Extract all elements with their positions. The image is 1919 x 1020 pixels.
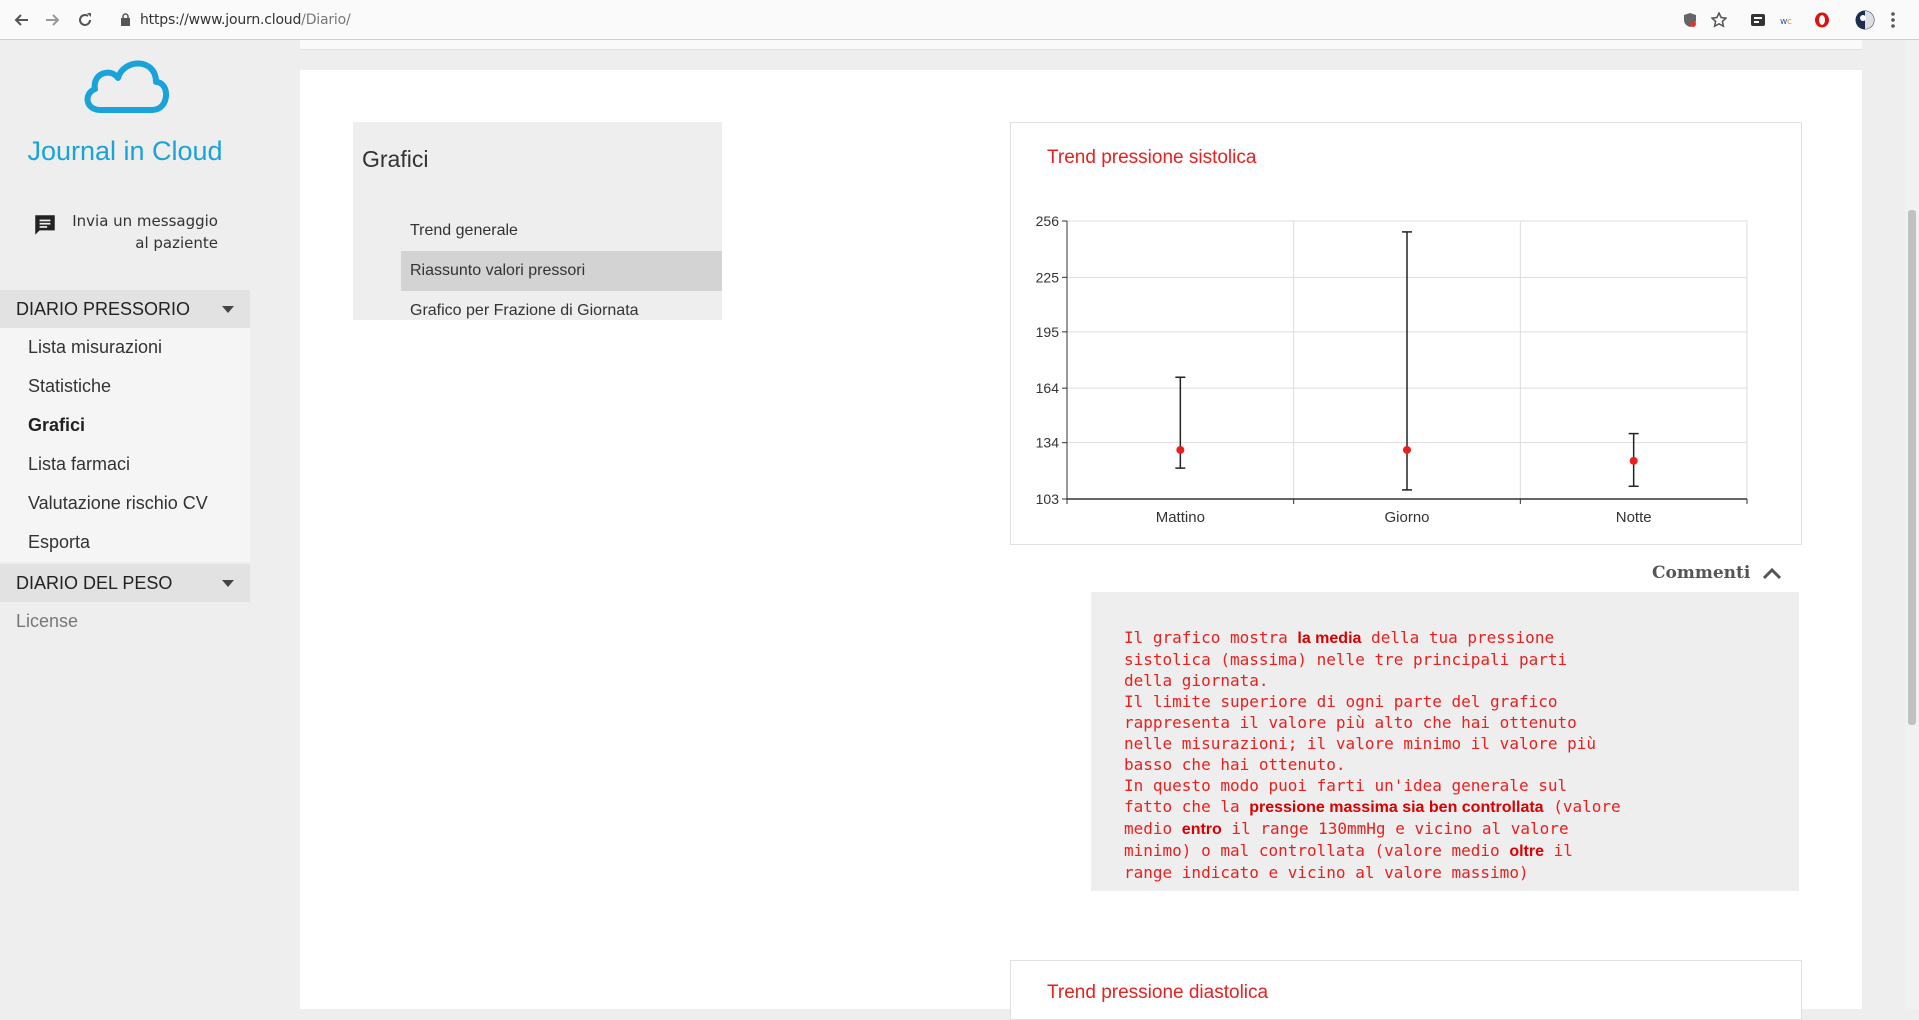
reload-icon[interactable] — [73, 8, 97, 32]
opera-icon[interactable] — [1812, 10, 1832, 30]
comments-text: Il grafico mostra la media della tua pre… — [1124, 627, 1624, 883]
browser-toolbar: https://www.journ.cloud/Diario/ wc — [0, 0, 1919, 40]
x-tick-label: Notte — [1616, 509, 1652, 526]
extension-icon[interactable] — [1748, 10, 1768, 30]
top-strip — [300, 40, 1862, 50]
comments-panel: Il grafico mostra la media della tua pre… — [1091, 592, 1799, 891]
chart-plot: 103 134 164 195 225 256 Mattino Giorno Notte — [1036, 213, 1748, 526]
submenu-label: Grafico per Frazione di Giornata — [410, 302, 639, 319]
y-tick-label: 225 — [1036, 269, 1060, 285]
license-link[interactable]: License — [16, 611, 78, 632]
chat-icon — [32, 212, 58, 243]
cloud-logo-icon — [80, 54, 170, 121]
section-title: DIARIO PRESSORIO — [16, 299, 191, 319]
submenu-title: Grafici — [362, 146, 429, 172]
y-tick-label: 103 — [1036, 491, 1060, 507]
section-diario-del-peso[interactable]: DIARIO DEL PESO — [0, 564, 250, 602]
chart-sistolica: Trend pressione sistolica 103 134 164 195 22… — [1010, 122, 1802, 545]
sidebar: Journal in Cloud Invia un messaggio al p… — [0, 40, 250, 1009]
section-diario-pressorio[interactable]: DIARIO PRESSORIO — [0, 290, 250, 328]
submenu-label: Trend generale — [410, 222, 518, 239]
address-bar[interactable]: https://www.journ.cloud/Diario/ — [140, 12, 351, 28]
submenu-item-frazione-giornata[interactable]: Grafico per Frazione di Giornata — [401, 291, 722, 331]
sidebar-item-esporta[interactable]: Esporta — [0, 523, 250, 562]
grafici-submenu: Grafici Trend generale Riassunto valori … — [353, 122, 722, 320]
submenu-item-trend-generale[interactable]: Trend generale — [401, 211, 722, 251]
url-path: /Diario/ — [301, 12, 351, 28]
section-title: DIARIO DEL PESO — [16, 573, 173, 593]
submenu-label: Riassunto valori pressori — [410, 262, 586, 279]
comment-emphasis: entro — [1181, 821, 1222, 838]
comment-text: Il grafico mostra — [1124, 628, 1298, 647]
page-scrollbar[interactable] — [1905, 40, 1919, 1009]
url-host: https://www.journ.cloud — [140, 12, 302, 28]
mean-point — [1176, 445, 1185, 454]
mean-point — [1629, 456, 1638, 465]
submenu-item-riassunto[interactable]: Riassunto valori pressori — [401, 251, 722, 291]
comment-emphasis: la media — [1297, 630, 1362, 647]
scrollbar-thumb[interactable] — [1908, 210, 1916, 725]
send-message-label: Invia un messaggio al paziente — [72, 212, 218, 252]
sidebar-item-statistiche[interactable]: Statistiche — [0, 367, 250, 406]
x-tick-label: Mattino — [1156, 509, 1205, 526]
comment-emphasis: oltre — [1509, 843, 1544, 860]
y-tick-label: 256 — [1036, 213, 1060, 229]
caret-down-icon — [222, 580, 234, 587]
y-tick-label: 134 — [1036, 435, 1060, 451]
diario-pressorio-list: Lista misurazioni Statistiche Grafici Li… — [0, 328, 250, 562]
menu-kebab-icon[interactable] — [1883, 10, 1903, 30]
brand-title[interactable]: Journal in Cloud — [0, 136, 250, 167]
sidebar-item-lista-farmaci[interactable]: Lista farmaci — [0, 445, 250, 484]
back-icon[interactable] — [10, 8, 34, 32]
lock-icon — [120, 13, 131, 31]
comment-text: Il limite superiore di ogni parte del gr… — [1124, 692, 1597, 774]
sidebar-item-grafici[interactable]: Grafici — [0, 406, 250, 445]
word-extension-icon[interactable]: wc — [1779, 10, 1799, 30]
svg-text:c: c — [1787, 17, 1792, 26]
profile-avatar-icon[interactable] — [1855, 10, 1875, 30]
comment-emphasis: pressione massima sia ben controllata — [1249, 799, 1544, 816]
y-tick-label: 195 — [1036, 324, 1060, 340]
chart-title: Trend pressione diastolica — [1047, 982, 1269, 1003]
chart-diastolica: Trend pressione diastolica — [1010, 960, 1802, 1020]
y-tick-label: 164 — [1036, 380, 1060, 396]
sidebar-item-valutazione-rischio[interactable]: Valutazione rischio CV — [0, 484, 250, 523]
shield-icon[interactable] — [1680, 10, 1700, 30]
star-icon[interactable] — [1709, 10, 1729, 30]
forward-icon[interactable] — [40, 8, 64, 32]
x-tick-label: Giorno — [1384, 509, 1429, 526]
comments-toggle[interactable]: Commenti — [1652, 563, 1750, 583]
caret-down-icon — [222, 306, 234, 313]
mean-point — [1403, 445, 1411, 454]
chevron-up-icon[interactable] — [1762, 566, 1782, 585]
sidebar-item-lista-misurazioni[interactable]: Lista misurazioni — [0, 328, 250, 367]
send-message-link[interactable]: Invia un messaggio al paziente — [30, 210, 220, 260]
